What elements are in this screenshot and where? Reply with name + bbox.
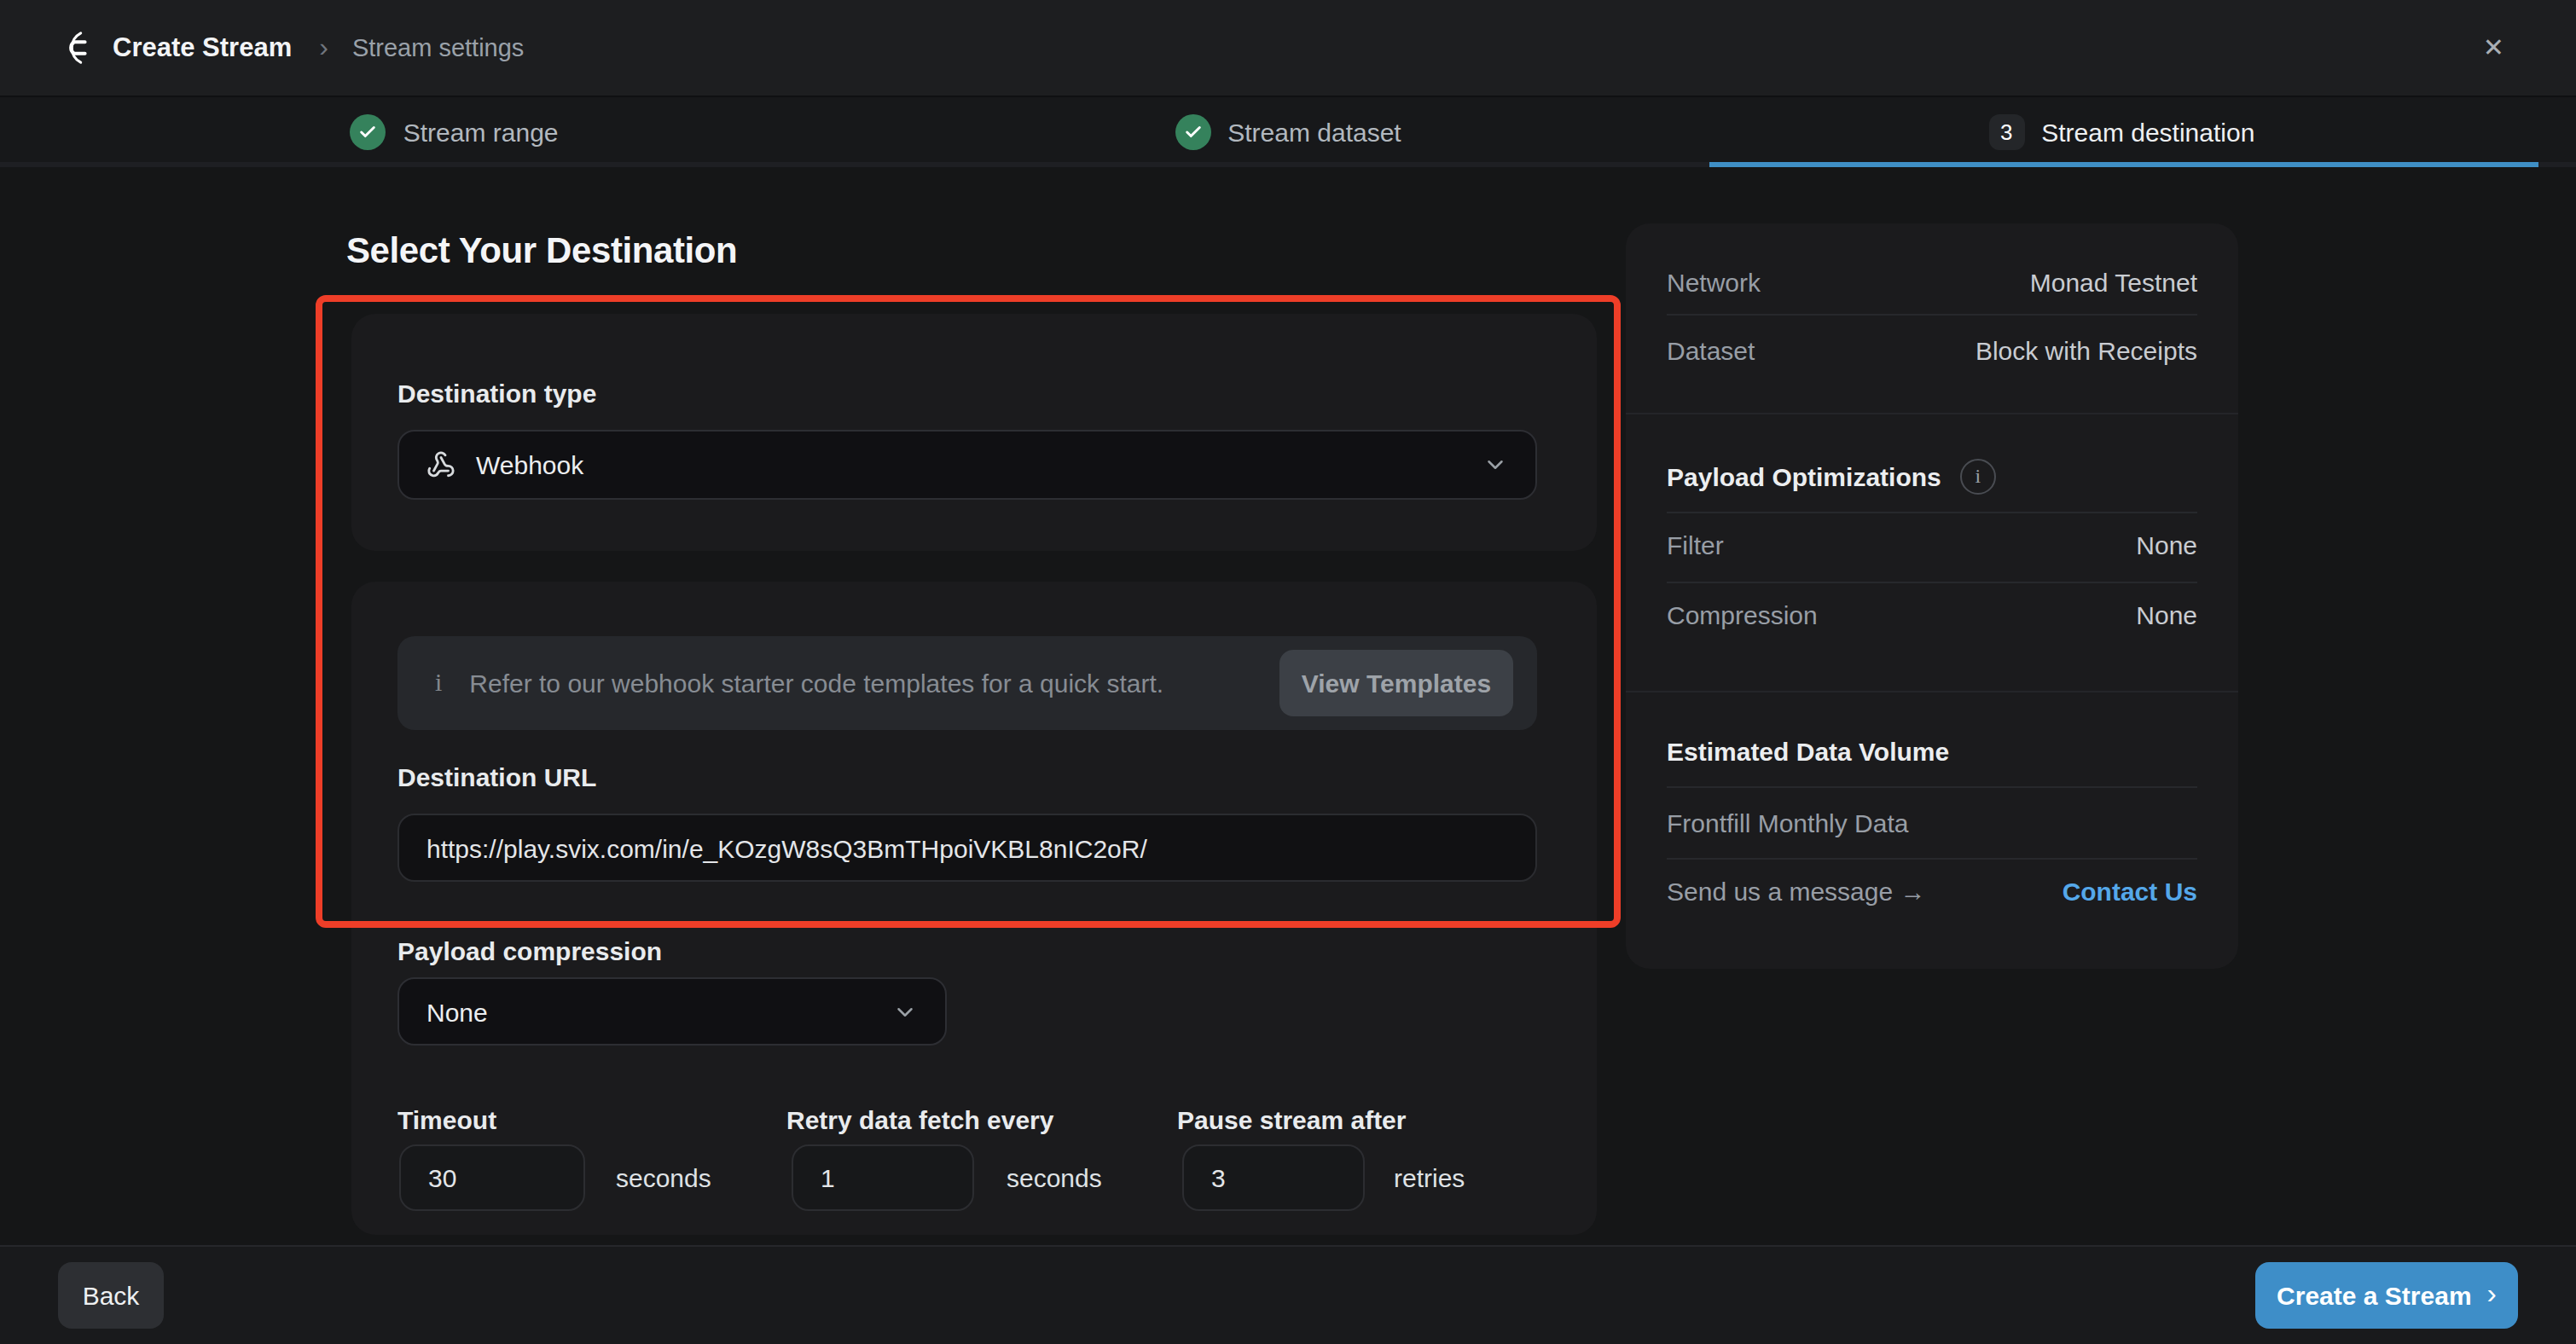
pause-input[interactable]: 3 xyxy=(1182,1144,1365,1211)
divider xyxy=(1667,314,2197,316)
back-button[interactable]: Back xyxy=(58,1262,164,1329)
step-number-badge: 3 xyxy=(1988,114,2024,150)
divider xyxy=(1667,786,2197,788)
section-divider xyxy=(1626,413,2238,414)
info-banner: i Refer to our webhook starter code temp… xyxy=(397,636,1537,730)
active-step-underline xyxy=(1709,162,2538,167)
compression-value: None xyxy=(2136,600,2197,629)
pause-label: Pause stream after xyxy=(1177,1105,1407,1134)
stepper: Stream range Stream dataset 3 Stream des… xyxy=(0,97,2576,167)
check-icon xyxy=(1175,114,1210,150)
timeout-input[interactable]: 30 xyxy=(399,1144,585,1211)
retry-value: 1 xyxy=(821,1163,835,1192)
payload-compression-label: Payload compression xyxy=(397,936,662,965)
step-stream-destination[interactable]: 3 Stream destination xyxy=(1705,97,2538,167)
chevron-right-icon: › xyxy=(2487,1277,2497,1312)
create-stream-dialog: Create Stream › Stream settings ✕ Stream… xyxy=(0,0,2576,1344)
destination-type-card: Destination type Webhook xyxy=(351,314,1597,551)
section-divider xyxy=(1626,691,2238,692)
check-icon xyxy=(351,114,386,150)
step-stream-range[interactable]: Stream range xyxy=(38,97,871,167)
filter-label: Filter xyxy=(1667,530,1724,559)
view-templates-button[interactable]: View Templates xyxy=(1279,650,1513,716)
pause-value: 3 xyxy=(1211,1163,1226,1192)
info-icon[interactable]: i xyxy=(1960,458,1996,494)
network-label: Network xyxy=(1667,268,1761,297)
dataset-label: Dataset xyxy=(1667,336,1755,365)
destination-url-label: Destination URL xyxy=(397,762,596,791)
send-message-label: Send us a message → xyxy=(1667,877,1926,906)
destination-type-label: Destination type xyxy=(397,379,596,408)
page-title: Create Stream xyxy=(113,32,292,63)
breadcrumb-chevron-icon: › xyxy=(319,32,328,63)
destination-url-input[interactable]: https://play.svix.com/in/e_KOzgW8sQ3BmTH… xyxy=(397,814,1537,882)
retry-unit: seconds xyxy=(1007,1163,1102,1192)
webhook-settings-card: i Refer to our webhook starter code temp… xyxy=(351,582,1597,1235)
create-stream-button[interactable]: Create a Stream › xyxy=(2255,1262,2518,1329)
divider xyxy=(1667,582,2197,583)
timeout-label: Timeout xyxy=(397,1105,496,1134)
info-icon: i xyxy=(435,669,442,698)
step-label: Stream dataset xyxy=(1227,118,1401,147)
header: Create Stream › Stream settings ✕ xyxy=(0,0,2576,97)
retry-input[interactable]: 1 xyxy=(792,1144,974,1211)
chevron-down-icon xyxy=(1482,452,1508,478)
payload-optimizations-title: Payload Optimizations xyxy=(1667,461,1941,490)
footer: Back Create a Stream › xyxy=(0,1245,2576,1344)
contact-us-link[interactable]: Contact Us xyxy=(2063,877,2197,906)
compression-label: Compression xyxy=(1667,600,1818,629)
stepper-items: Stream range Stream dataset 3 Stream des… xyxy=(38,97,2538,167)
network-value: Monad Testnet xyxy=(2030,268,2197,297)
timeout-unit: seconds xyxy=(616,1163,711,1192)
step-label: Stream range xyxy=(403,118,559,147)
breadcrumb: Stream settings xyxy=(352,34,525,61)
frontfill-label: Frontfill Monthly Data xyxy=(1667,808,1908,837)
payload-compression-select[interactable]: None xyxy=(397,977,947,1046)
step-stream-dataset[interactable]: Stream dataset xyxy=(871,97,1704,167)
estimated-data-volume-title: Estimated Data Volume xyxy=(1667,737,1949,766)
section-heading: Select Your Destination xyxy=(346,230,737,271)
divider xyxy=(1667,858,2197,860)
webhook-icon xyxy=(426,450,455,479)
filter-value: None xyxy=(2136,530,2197,559)
timeout-value: 30 xyxy=(428,1163,456,1192)
create-stream-label: Create a Stream xyxy=(2277,1281,2471,1310)
info-banner-text: Refer to our webhook starter code templa… xyxy=(469,669,1163,698)
destination-url-value: https://play.svix.com/in/e_KOzgW8sQ3BmTH… xyxy=(426,833,1147,862)
payload-optimizations-row: Payload Optimizations i xyxy=(1667,442,1996,510)
pause-unit: retries xyxy=(1394,1163,1465,1192)
payload-compression-value: None xyxy=(426,997,488,1026)
retry-label: Retry data fetch every xyxy=(786,1105,1054,1134)
close-icon[interactable]: ✕ xyxy=(2483,0,2504,96)
app-logo-icon xyxy=(53,29,90,67)
chevron-down-icon xyxy=(892,999,918,1024)
dataset-value: Block with Receipts xyxy=(1976,336,2197,365)
divider xyxy=(1667,512,2197,513)
destination-type-select[interactable]: Webhook xyxy=(397,430,1537,500)
step-label: Stream destination xyxy=(2041,118,2254,147)
destination-type-value: Webhook xyxy=(476,450,583,479)
summary-panel: Network Monad Testnet Dataset Block with… xyxy=(1626,223,2238,969)
